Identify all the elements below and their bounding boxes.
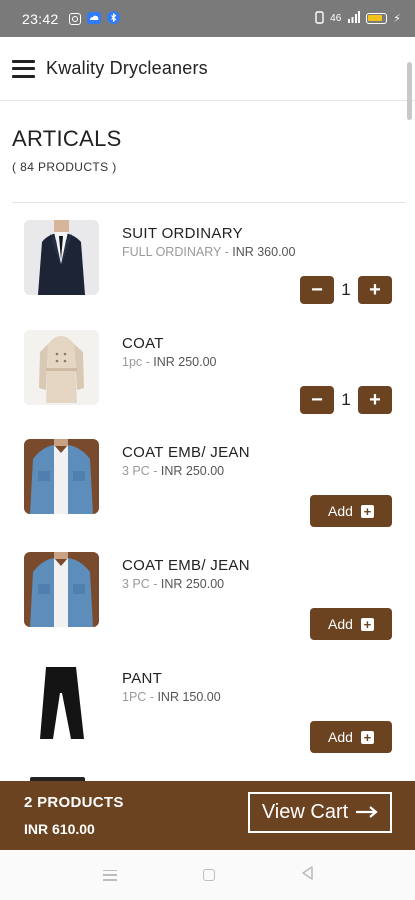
plus-icon: + xyxy=(360,504,374,518)
product-meta: 1pc - INR 250.00 xyxy=(122,355,217,369)
product-variant: 1pc xyxy=(122,355,143,369)
status-bar: 23:42 46 ⚡ xyxy=(0,0,415,37)
product-meta: 3 PC - INR 250.00 xyxy=(122,464,225,478)
view-cart-label: View Cart xyxy=(261,801,349,823)
cloud-icon xyxy=(86,11,101,27)
product-price: INR 250.00 xyxy=(153,355,217,369)
add-label: Add xyxy=(328,729,353,745)
product-name: COAT xyxy=(122,335,164,352)
app-bar: Kwality Drycleaners xyxy=(0,37,415,101)
minus-icon: − xyxy=(311,389,323,411)
plus-icon: + xyxy=(360,730,374,744)
product-variant: 3 PC xyxy=(122,577,150,591)
scrollbar[interactable] xyxy=(407,62,412,120)
divider xyxy=(12,202,405,203)
page-header: ARTICALS ( 84 PRODUCTS ) xyxy=(12,126,122,174)
screen: 23:42 46 ⚡ Kwality Drycleaners ARTICALS … xyxy=(0,0,415,900)
add-to-cart-button[interactable]: Add + xyxy=(310,495,392,527)
back-icon[interactable] xyxy=(301,865,313,885)
product-variant: 1PC xyxy=(122,690,147,704)
quantity-value: 1 xyxy=(341,390,351,409)
add-to-cart-button[interactable]: Add + xyxy=(310,608,392,640)
add-label: Add xyxy=(328,616,353,632)
charging-icon: ⚡ xyxy=(393,13,401,25)
recent-apps-icon[interactable] xyxy=(102,869,117,881)
plus-icon: + xyxy=(369,279,381,301)
product-price: INR 150.00 xyxy=(157,690,221,704)
decrement-button[interactable]: − xyxy=(300,386,334,414)
page-title: ARTICALS xyxy=(12,126,122,151)
product-price: INR 250.00 xyxy=(160,577,225,591)
product-name: COAT EMB/ JEAN xyxy=(122,444,250,461)
view-cart-button[interactable]: View Cart xyxy=(248,792,392,833)
quantity-stepper: − 1 + xyxy=(300,386,392,414)
arrow-right-icon xyxy=(356,801,378,824)
home-icon[interactable] xyxy=(202,869,215,881)
instagram-icon xyxy=(68,12,81,25)
product-variant: 3 PC xyxy=(122,464,150,478)
cart-bar: 2 PRODUCTS INR 610.00 View Cart xyxy=(0,781,415,850)
product-price: INR 250.00 xyxy=(160,464,225,478)
bluetooth-icon xyxy=(106,10,120,27)
increment-button[interactable]: + xyxy=(358,386,392,414)
product-count: ( 84 PRODUCTS ) xyxy=(12,160,117,174)
add-label: Add xyxy=(328,503,353,519)
product-name: COAT EMB/ JEAN xyxy=(122,557,250,574)
product-item: SUIT ORDINARY FULL ORDINARY - INR 360.00… xyxy=(0,220,415,330)
cart-count: 2 PRODUCTS xyxy=(24,794,124,811)
product-variant: FULL ORDINARY xyxy=(122,245,222,259)
menu-icon[interactable] xyxy=(12,59,35,78)
quantity-value: 1 xyxy=(341,280,351,299)
product-image-jean-coat xyxy=(24,439,99,514)
vibrate-icon xyxy=(315,10,324,27)
product-meta: 1PC - INR 150.00 xyxy=(122,690,221,704)
plus-icon: + xyxy=(369,389,381,411)
status-time: 23:42 xyxy=(22,10,59,27)
product-image-suit xyxy=(24,220,99,295)
battery-icon xyxy=(366,13,388,24)
product-item: COAT EMB/ JEAN 3 PC - INR 250.00 Add + xyxy=(0,439,415,549)
signal-icon xyxy=(347,11,361,26)
increment-button[interactable]: + xyxy=(358,276,392,304)
product-name: PANT xyxy=(122,670,163,687)
system-nav-bar xyxy=(0,850,415,900)
status-right: 46 ⚡ xyxy=(315,10,401,27)
product-image-jean-coat xyxy=(24,552,99,627)
status-left-icons xyxy=(68,10,120,27)
minus-icon: − xyxy=(311,279,323,301)
network-label: 46 xyxy=(330,13,342,24)
decrement-button[interactable]: − xyxy=(300,276,334,304)
product-image-pant xyxy=(24,665,99,740)
product-item: COAT 1pc - INR 250.00 − 1 + xyxy=(0,330,415,440)
product-item: COAT EMB/ JEAN 3 PC - INR 250.00 Add + xyxy=(0,552,415,662)
product-meta: 3 PC - INR 250.00 xyxy=(122,577,225,591)
cart-total: INR 610.00 xyxy=(24,821,95,837)
product-price: INR 360.00 xyxy=(232,245,296,259)
product-item: PANT 1PC - INR 150.00 Add + xyxy=(0,665,415,775)
plus-icon: + xyxy=(360,617,374,631)
product-meta: FULL ORDINARY - INR 360.00 xyxy=(122,245,296,259)
app-title: Kwality Drycleaners xyxy=(46,58,208,78)
quantity-stepper: − 1 + xyxy=(300,276,392,304)
product-name: SUIT ORDINARY xyxy=(122,225,243,242)
product-image-coat xyxy=(24,330,99,405)
add-to-cart-button[interactable]: Add + xyxy=(310,721,392,753)
